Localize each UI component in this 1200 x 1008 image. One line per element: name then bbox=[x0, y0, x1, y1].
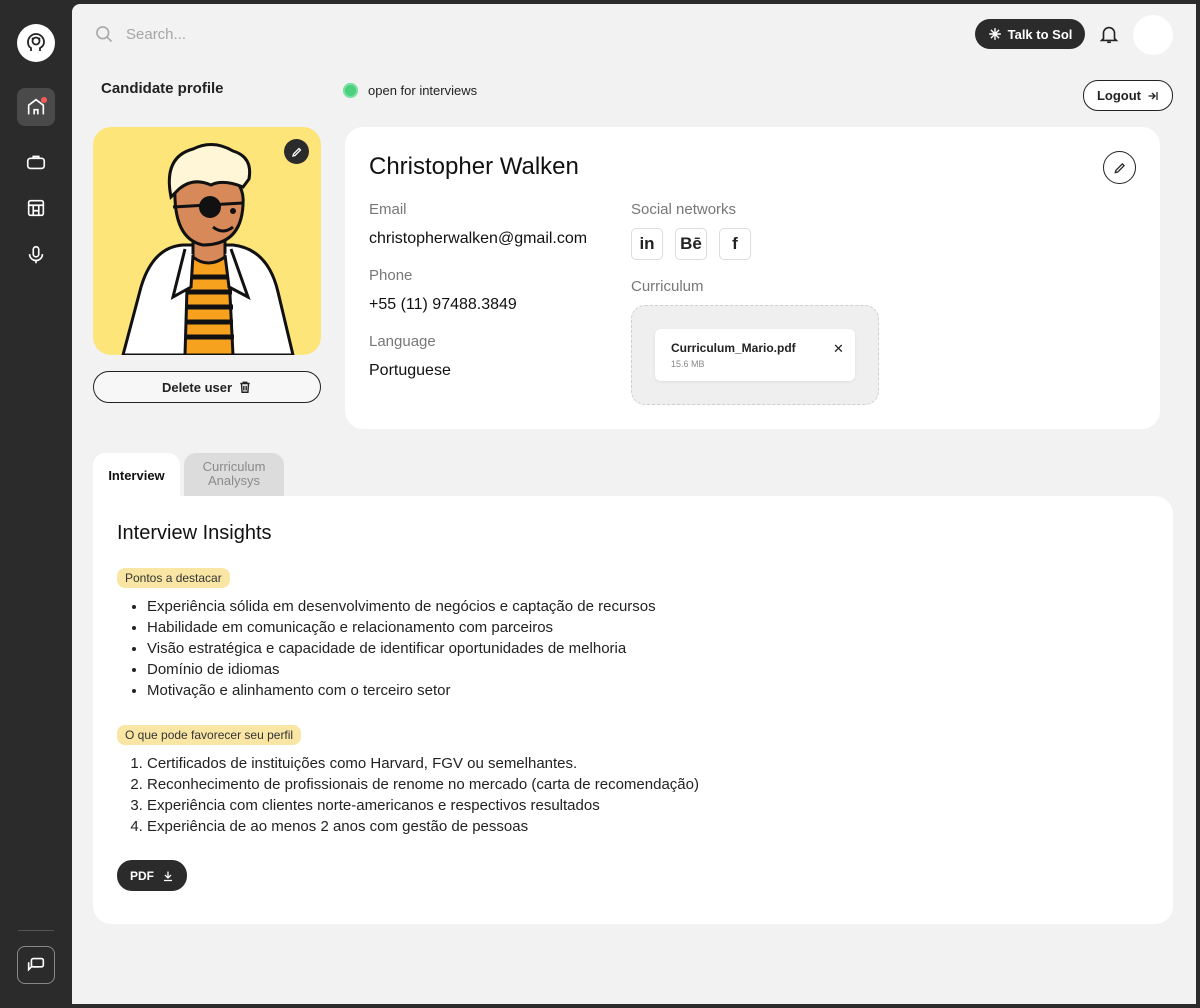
delete-user-label: Delete user bbox=[161, 379, 233, 395]
status-dot-icon bbox=[343, 83, 358, 98]
sidebar-item-home[interactable] bbox=[17, 88, 55, 126]
list-item: Experiência com clientes norte-americano… bbox=[147, 795, 699, 816]
tab-curriculum-analysis[interactable]: Curriculum Analysys bbox=[184, 453, 284, 497]
list-item: Motivação e alinhamento com o terceiro s… bbox=[147, 680, 656, 701]
language-value: Portuguese bbox=[369, 362, 451, 379]
social-links: in Bē f bbox=[631, 228, 751, 260]
sidebar bbox=[0, 0, 72, 1008]
list-item: Reconhecimento de profissionais de renom… bbox=[147, 774, 699, 795]
list-item: Experiência de ao menos 2 anos com gestã… bbox=[147, 816, 699, 837]
logout-label: Logout bbox=[1096, 88, 1142, 103]
phone-value: +55 (11) 97488.3849 bbox=[369, 296, 517, 313]
page-title: Candidate profile bbox=[101, 80, 224, 97]
list-item: Visão estratégica e capacidade de identi… bbox=[147, 638, 656, 659]
facebook-icon[interactable]: f bbox=[719, 228, 751, 260]
behance-icon[interactable]: Bē bbox=[675, 228, 707, 260]
microphone-icon bbox=[28, 245, 44, 264]
bell-icon[interactable] bbox=[1098, 23, 1120, 50]
talk-to-sol-button[interactable]: Talk to Sol bbox=[975, 19, 1085, 49]
list-item: Certificados de instituições como Harvar… bbox=[147, 753, 699, 774]
sidebar-item-chat[interactable] bbox=[17, 946, 55, 984]
briefcase-icon bbox=[26, 155, 46, 170]
curriculum-dropzone[interactable]: Curriculum_Mario.pdf 15.6 MB ✕ bbox=[631, 305, 879, 405]
profile-card: Christopher Walken Email christopherwalk… bbox=[345, 127, 1160, 429]
candidate-photo bbox=[93, 127, 321, 355]
edit-photo-button[interactable] bbox=[284, 139, 309, 164]
download-pdf-button[interactable]: PDF bbox=[117, 860, 187, 891]
sidebar-item-jobs[interactable] bbox=[17, 143, 55, 181]
talk-to-sol-label: Talk to Sol bbox=[1007, 26, 1073, 42]
curriculum-file[interactable]: Curriculum_Mario.pdf 15.6 MB ✕ bbox=[655, 329, 855, 381]
logout-icon bbox=[1148, 91, 1158, 100]
email-value: christopherwalken@gmail.com bbox=[369, 230, 588, 247]
building-icon bbox=[27, 199, 45, 217]
status-text: open for interviews bbox=[368, 83, 478, 98]
chat-icon bbox=[27, 957, 45, 972]
highlights-tag: Pontos a destacar bbox=[117, 568, 230, 588]
tab-interview[interactable]: Interview bbox=[93, 453, 180, 497]
insights-title: Interview Insights bbox=[117, 522, 272, 544]
delete-user-button[interactable]: Delete user bbox=[93, 371, 321, 403]
interview-insights-panel: Interview Insights Pontos a destacar Exp… bbox=[93, 496, 1173, 924]
list-item: Experiência sólida em desenvolvimento de… bbox=[147, 596, 656, 617]
linkedin-icon[interactable]: in bbox=[631, 228, 663, 260]
status-indicator: open for interviews bbox=[343, 83, 477, 98]
sidebar-divider bbox=[18, 930, 54, 931]
pencil-icon bbox=[291, 147, 301, 157]
download-icon bbox=[164, 871, 172, 881]
user-avatar[interactable] bbox=[1133, 15, 1173, 55]
social-networks-label: Social networks bbox=[631, 201, 737, 218]
candidate-name: Christopher Walken bbox=[369, 153, 579, 180]
sidebar-item-voice[interactable] bbox=[17, 236, 55, 274]
sparkle-icon bbox=[988, 28, 1001, 40]
file-size: 15.6 MB bbox=[671, 359, 705, 369]
improve-tag: O que pode favorecer seu perfil bbox=[117, 725, 302, 745]
email-label: Email bbox=[369, 201, 407, 218]
edit-profile-button[interactable] bbox=[1103, 151, 1136, 184]
sidebar-item-company[interactable] bbox=[17, 189, 55, 227]
pdf-label: PDF bbox=[130, 868, 154, 883]
trash-icon bbox=[240, 381, 250, 393]
brain-logo-icon[interactable] bbox=[17, 24, 55, 62]
main-content: Talk to Sol Candidate profile open for i… bbox=[72, 4, 1196, 1004]
highlights-list: Experiência sólida em desenvolvimento de… bbox=[147, 596, 656, 701]
improve-list: Certificados de instituições como Harvar… bbox=[147, 753, 699, 837]
curriculum-label: Curriculum bbox=[631, 278, 704, 295]
logout-button[interactable]: Logout bbox=[1083, 80, 1173, 111]
close-icon[interactable]: ✕ bbox=[833, 341, 844, 357]
list-item: Domínio de idiomas bbox=[147, 659, 656, 680]
search-input[interactable] bbox=[126, 25, 426, 43]
language-label: Language bbox=[369, 333, 436, 350]
search-bar bbox=[94, 24, 426, 44]
phone-label: Phone bbox=[369, 267, 413, 284]
search-icon bbox=[96, 26, 113, 43]
list-item: Habilidade em comunicação e relacionamen… bbox=[147, 617, 656, 638]
notification-dot bbox=[41, 97, 47, 103]
pencil-icon bbox=[1113, 162, 1125, 174]
file-name: Curriculum_Mario.pdf bbox=[671, 341, 796, 355]
